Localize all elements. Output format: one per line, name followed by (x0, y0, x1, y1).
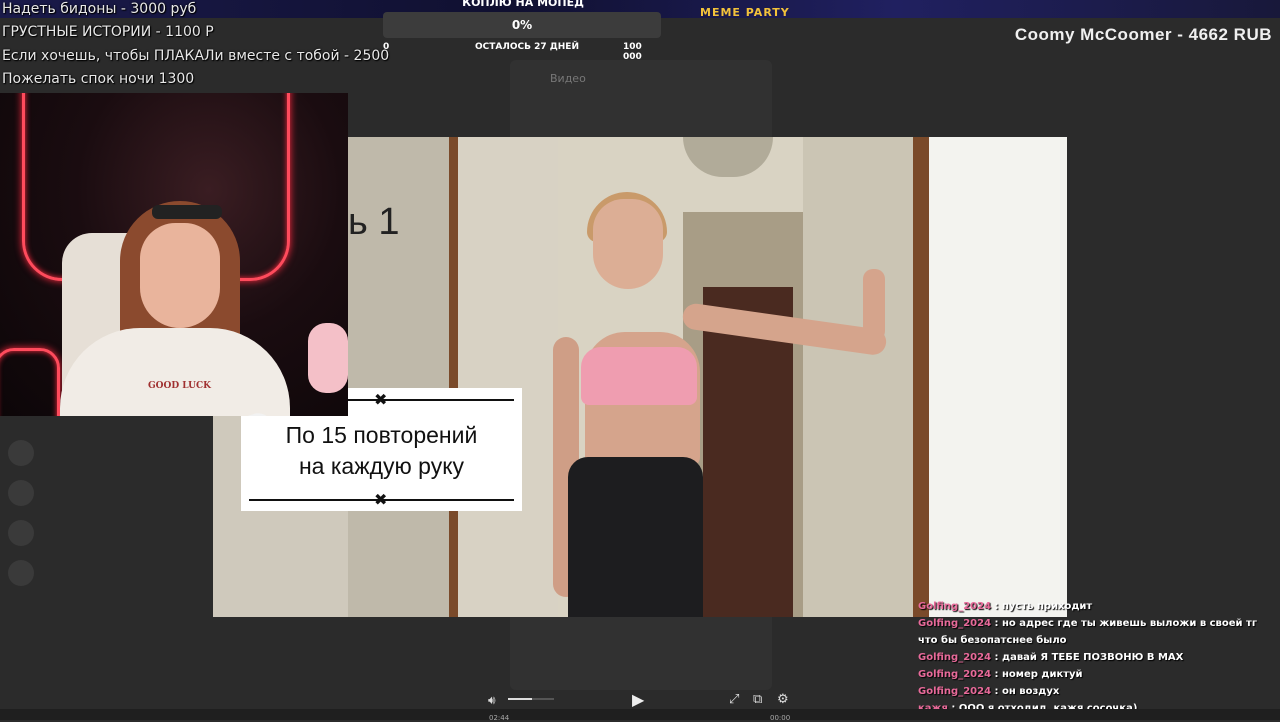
goal-percent: 0% (511, 18, 533, 32)
time-total: 00:00 (770, 714, 791, 722)
time-current: 02:44 (489, 714, 510, 722)
chat-username[interactable]: Golfing_2024 (918, 669, 991, 680)
donation-item: ГРУСТНЫЕ ИСТОРИИ - 1100 Р (2, 24, 214, 40)
ghost-avatar-icon (8, 440, 34, 466)
background-window-title: Видео (550, 72, 586, 85)
streamer-shirt (60, 328, 290, 416)
chat-username[interactable]: Golfing_2024 (918, 652, 991, 663)
goal-max: 100 000 (623, 42, 642, 62)
close-x-icon: ✖ (374, 490, 388, 509)
fullscreen-icon[interactable]: ⤢ (729, 692, 739, 707)
video-title-fragment: ь 1 (348, 201, 400, 243)
chat-separator: : (991, 686, 1002, 697)
video-door (458, 137, 558, 617)
chat-message: Golfing_2024 : давай Я ТЕБЕ ПОЗВОНЮ В МА… (918, 649, 1273, 666)
chat-username[interactable]: Golfing_2024 (918, 618, 991, 629)
chat-separator: : (991, 601, 1002, 612)
neon-light (0, 348, 60, 416)
chat-separator: : (991, 652, 1002, 663)
top-donor: Coomy McCoomer - 4662 RUB (1014, 25, 1272, 44)
video-person-leggings (568, 457, 703, 617)
goal-min: 0 (383, 42, 390, 52)
shirt-text: GOOD LUCK (148, 381, 211, 391)
video-person-head (593, 199, 663, 289)
close-x-icon: ✖ (374, 390, 388, 409)
background-sidebar (8, 440, 38, 640)
goal-remaining: ОСТАЛОСЬ 27 ДНЕЙ (475, 42, 579, 52)
pip-icon[interactable]: ⧉ (753, 692, 762, 707)
volume-slider-fill (508, 698, 532, 700)
ghost-avatar-icon (8, 480, 34, 506)
video-wall (803, 137, 923, 617)
chat-message: Golfing_2024 : пусть приходит (918, 598, 1273, 615)
video-person-hand (863, 269, 885, 341)
plush-toy (308, 323, 348, 393)
sunglasses (152, 205, 222, 219)
chat-message: Golfing_2024 : он воздух (918, 683, 1273, 700)
ghost-avatar-icon (8, 560, 34, 586)
video-window (929, 137, 1067, 617)
video-door-frame (913, 137, 929, 617)
meme-banner: MEME PARTY (700, 6, 790, 19)
volume-icon[interactable]: 🔊︎ (488, 693, 496, 708)
video-person-top (581, 347, 697, 405)
chat-message: Golfing_2024 : номер диктуй (918, 666, 1273, 683)
chat-message: Golfing_2024 : но адрес где ты живешь вы… (918, 615, 1273, 649)
webcam-overlay: GOOD LUCK (0, 93, 348, 416)
chat-username[interactable]: Golfing_2024 (918, 686, 991, 697)
chat-username[interactable]: Golfing_2024 (918, 601, 991, 612)
chat-panel: Golfing_2024 : пусть приходит Golfing_202… (918, 598, 1273, 717)
caption-line: на каждую руку (298, 453, 465, 479)
donation-item: Надеть бидоны - 3000 руб (2, 1, 197, 17)
settings-icon[interactable]: ⚙ (777, 692, 789, 707)
play-icon[interactable]: ▶ (632, 690, 644, 709)
donation-item: Пожелать спок ночи 1300 (2, 71, 195, 87)
chat-text: он воздух (1002, 686, 1060, 697)
chat-separator: : (991, 669, 1002, 680)
ghost-avatar-icon (8, 520, 34, 546)
chat-separator: : (991, 618, 1002, 629)
donation-item: Если хочешь, чтобы ПЛАКАЛи вместе с тобо… (2, 48, 390, 64)
chat-text: пусть приходит (1002, 601, 1093, 612)
chat-text: давай Я ТЕБЕ ПОЗВОНЮ В МАХ (1002, 652, 1184, 663)
bottom-taskbar (0, 709, 1280, 720)
caption-line: По 15 повторений (285, 422, 478, 448)
streamer-face (140, 223, 220, 328)
goal-title: КОПЛЮ НА МОПЕД (462, 0, 584, 9)
chat-text: номер диктуй (1002, 669, 1083, 680)
donation-goal-widget: КОПЛЮ НА МОПЕД 0% 0 ОСТАЛОСЬ 27 ДНЕЙ 100… (383, 0, 663, 62)
